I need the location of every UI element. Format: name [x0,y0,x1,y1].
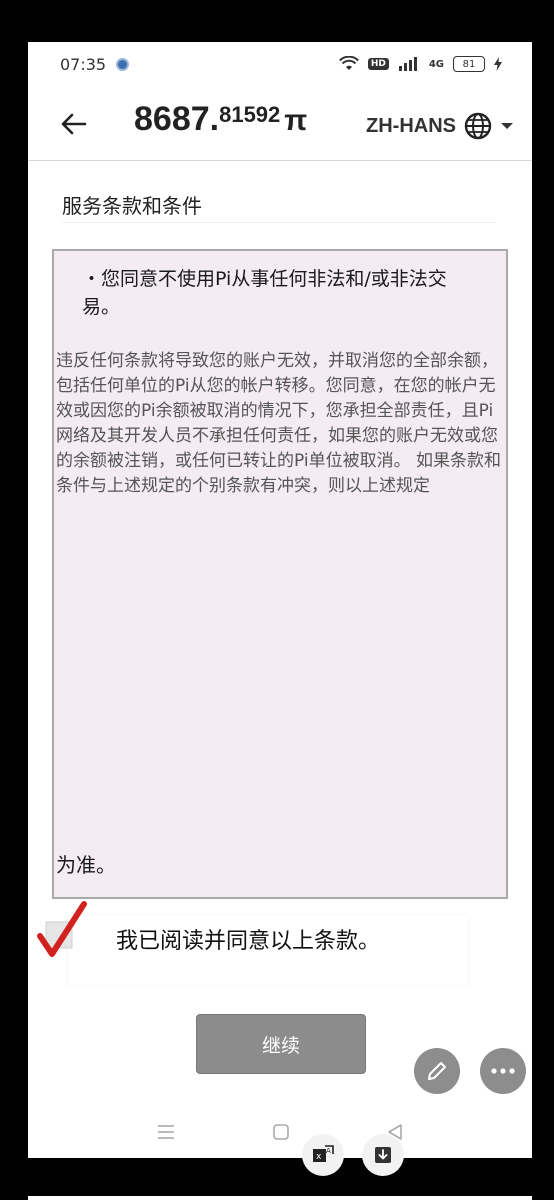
system-nav-bar [28,1106,532,1158]
arrow-left-icon [61,113,87,135]
network-type-label: 4G [428,58,444,70]
agree-label: 我已阅读并同意以上条款。 [116,929,381,954]
translate-button[interactable]: x A [302,1134,344,1176]
page-title: 服务条款和条件 [62,190,496,223]
battery-level: 81 [462,58,476,70]
app-header: 8687.81592 π ZH-HANS [28,90,532,161]
signal-icon [398,57,417,71]
back-button[interactable] [54,104,94,144]
status-bar: 07:35 HD 4G 81 [28,42,532,86]
pi-symbol: π [284,104,308,137]
battery-icon: 81 [453,56,485,72]
bottom-strip [28,1196,532,1200]
globe-icon [464,112,492,140]
terms-end: 为准。 [56,853,116,877]
charging-icon [494,57,502,71]
terms-scroll-box[interactable]: ・您同意不使用Pi从事任何非法和/或非法交易。 违反任何条款将导致您的账户无效，… [52,249,508,899]
phone-screen: 07:35 HD 4G 81 8687.81592 π ZH-HANS 服务条款… [28,42,532,1158]
download-button[interactable] [362,1134,404,1176]
wifi-icon [338,56,359,70]
caret-down-icon [501,123,513,129]
language-label: ZH-HANS [366,114,456,137]
translate-icon: x A [313,1145,334,1162]
pi-balance: 8687.81592 π [134,100,307,139]
hd-badge: HD [367,58,389,70]
home-icon[interactable] [272,1123,290,1141]
terms-body: 违反任何条款将导致您的账户无效，并取消您的全部余额，包括任何单位的Pi从您的帐户… [56,351,502,496]
notification-icon [116,57,130,71]
terms-bullet: ・您同意不使用Pi从事任何非法和/或非法交易。 [82,268,447,318]
language-selector[interactable]: ZH-HANS [366,112,514,140]
pencil-icon [428,1062,446,1080]
balance-fraction: 81592 [219,102,281,127]
svg-text:x: x [316,1152,322,1162]
more-dots-icon [491,1068,515,1074]
check-mark-icon[interactable] [36,900,88,964]
edit-button[interactable] [414,1048,460,1094]
more-button[interactable] [480,1048,526,1094]
download-icon [375,1147,391,1163]
status-time: 07:35 [60,54,107,74]
continue-button[interactable]: 继续 [196,1014,366,1074]
svg-text:A: A [326,1147,331,1155]
balance-integer: 8687. [134,100,220,138]
menu-icon[interactable] [157,1124,175,1140]
